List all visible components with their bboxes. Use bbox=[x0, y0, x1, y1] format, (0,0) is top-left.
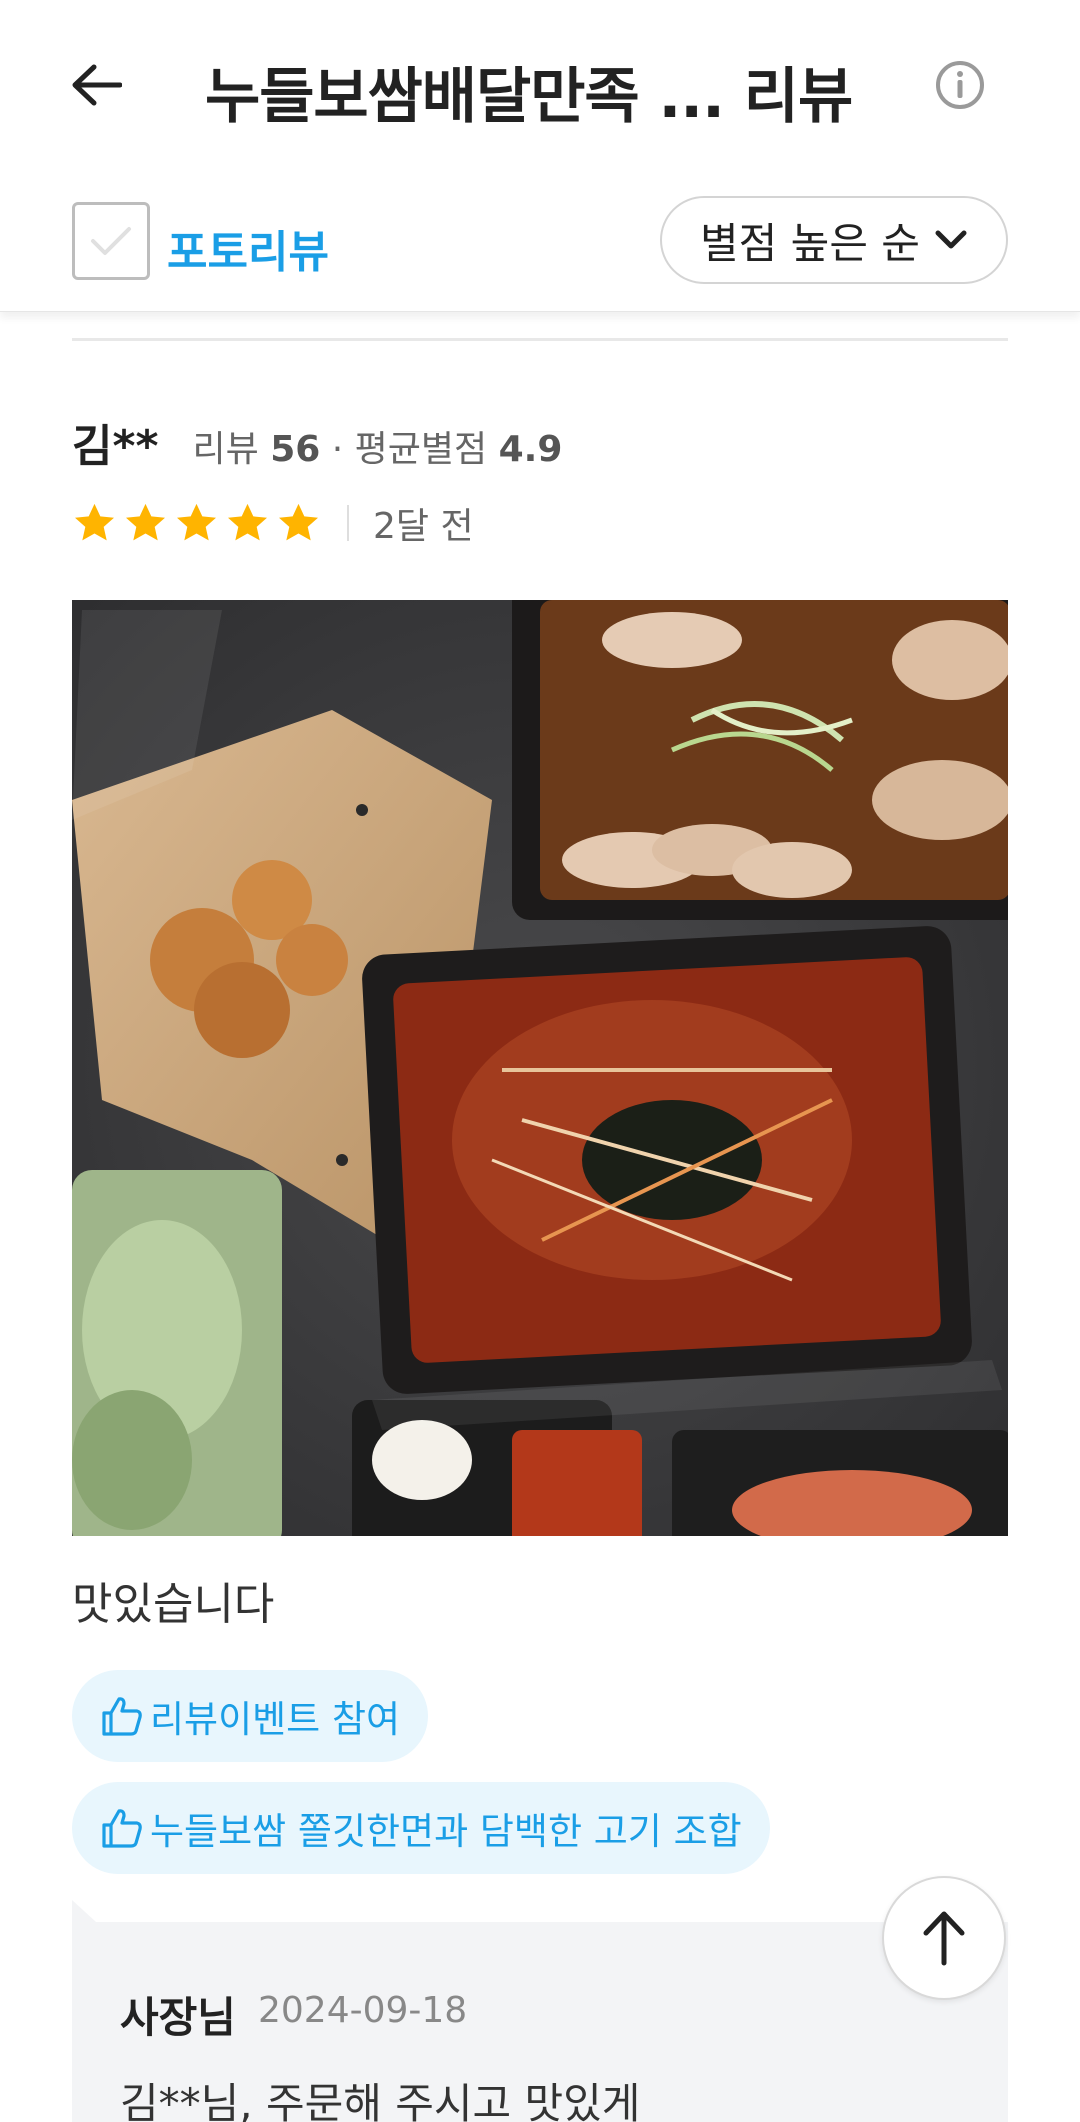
review-tag-event: 리뷰이벤트 참여 bbox=[72, 1670, 429, 1762]
scroll-top-button[interactable] bbox=[882, 1876, 1006, 2000]
reviewer-stats: 리뷰 56 · 평균별점 4.9 bbox=[193, 420, 563, 472]
star-icon bbox=[228, 503, 267, 540]
reviewer-name[interactable]: 김** bbox=[72, 410, 159, 474]
avg-rating-label: 평균별점 bbox=[354, 429, 488, 470]
review-text: 맛있습니다 bbox=[72, 1579, 275, 1630]
review-count: 56 bbox=[270, 429, 321, 470]
info-icon bbox=[936, 61, 984, 109]
filter-bar: 포토리뷰 별점 높은 순 bbox=[0, 170, 1080, 312]
check-icon bbox=[91, 227, 131, 255]
review-tag-menu: 누들보쌈 쫄깃한면과 담백한 고기 조합 bbox=[72, 1782, 770, 1874]
photo-review-label[interactable]: 포토리뷰 bbox=[167, 216, 329, 280]
review-tag-label: 누들보쌈 쫄깃한면과 담백한 고기 조합 bbox=[150, 1810, 742, 1853]
owner-reply-date: 2024-09-18 bbox=[258, 1990, 468, 2031]
sort-dropdown[interactable]: 별점 높은 순 bbox=[660, 196, 1008, 284]
sort-label: 별점 높은 순 bbox=[700, 218, 920, 268]
star-rating bbox=[72, 501, 321, 546]
chevron-down-icon bbox=[935, 230, 967, 249]
reply-notch bbox=[72, 1900, 96, 1922]
reviewer-info: 김** 리뷰 56 · 평균별점 4.9 bbox=[72, 410, 562, 474]
thumbs-up-icon bbox=[102, 1697, 142, 1736]
back-button[interactable] bbox=[66, 50, 126, 120]
divider bbox=[72, 338, 1008, 341]
owner-reply-text: 김**님, 주문해 주시고 맛있게 bbox=[120, 2079, 641, 2122]
star-icon bbox=[75, 503, 114, 540]
separator bbox=[347, 505, 349, 541]
owner-name: 사장님 bbox=[120, 1993, 236, 2042]
arrow-left-icon bbox=[72, 64, 122, 106]
food-photo-image bbox=[72, 600, 1008, 1536]
star-icon bbox=[126, 503, 165, 540]
arrow-up-icon bbox=[923, 1911, 965, 1966]
photo-review-checkbox[interactable] bbox=[72, 202, 150, 280]
review-date: 2달 전 bbox=[373, 506, 474, 547]
review-photo[interactable] bbox=[72, 600, 1008, 1536]
star-icon bbox=[177, 503, 216, 540]
thumbs-up-icon bbox=[102, 1809, 142, 1848]
page-title: 누들보쌈배달만족 ... 리뷰 bbox=[205, 62, 853, 132]
rating-row: 2달 전 bbox=[72, 497, 474, 549]
app-header: 누들보쌈배달만족 ... 리뷰 bbox=[0, 0, 1080, 170]
review-count-label: 리뷰 bbox=[192, 429, 259, 470]
stats-dot: · bbox=[331, 429, 344, 470]
info-button[interactable] bbox=[932, 57, 988, 113]
review-tag-label: 리뷰이벤트 참여 bbox=[150, 1698, 401, 1741]
avg-rating: 4.9 bbox=[498, 429, 563, 470]
star-icon bbox=[279, 503, 318, 540]
